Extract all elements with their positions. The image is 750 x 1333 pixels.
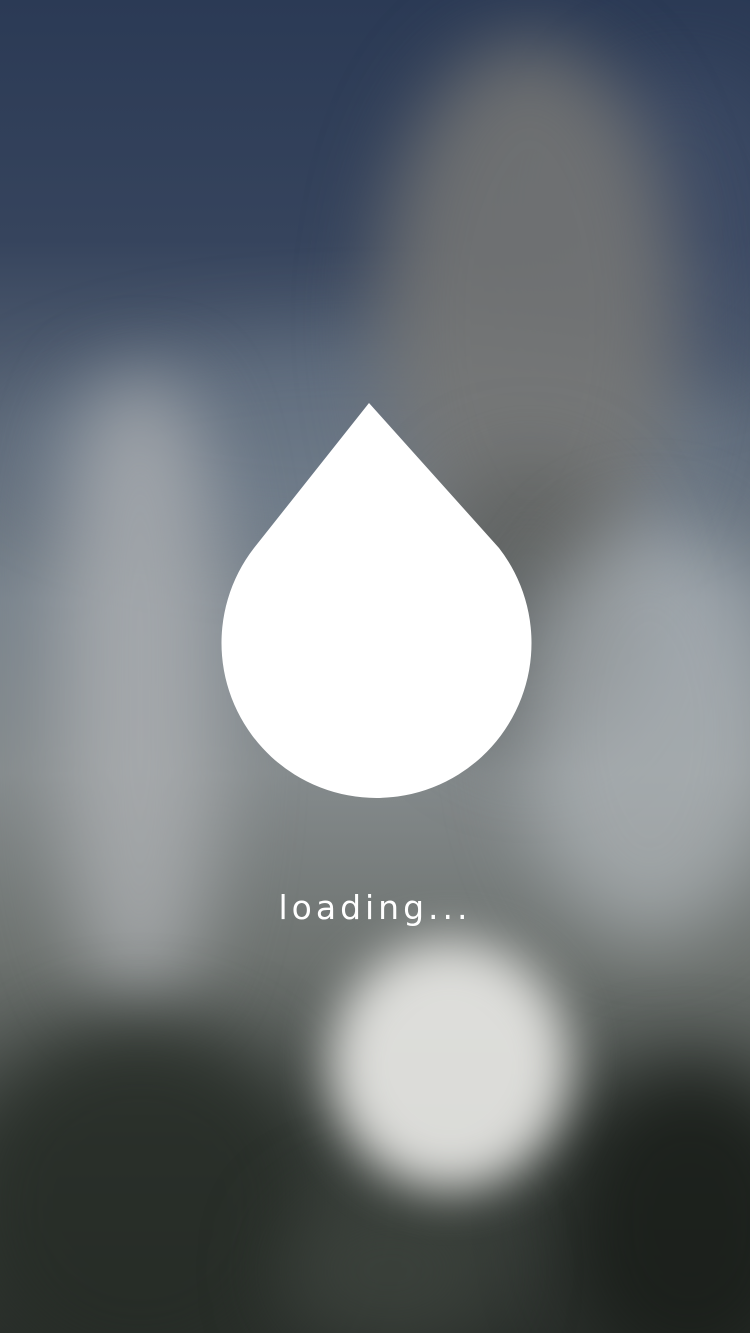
splash-screen: loading... (0, 0, 750, 1333)
water-drop-icon (221, 403, 532, 798)
loading-text: loading... (278, 888, 472, 927)
